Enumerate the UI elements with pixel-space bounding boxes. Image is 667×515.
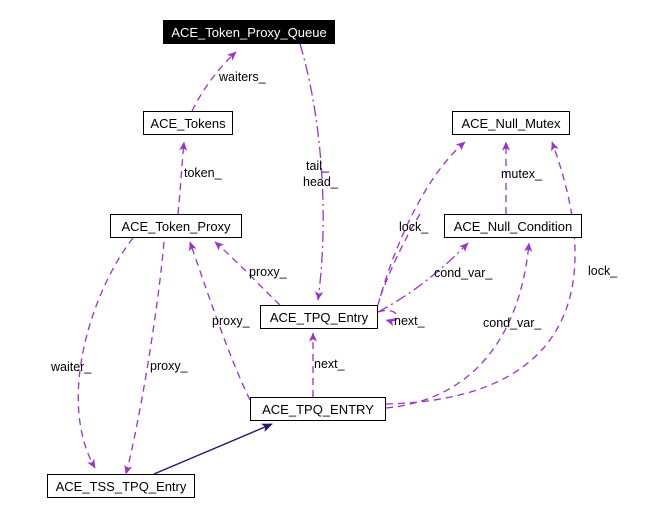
edge-proxy-low [124,241,165,475]
edge-label-waiter: waiter_ [51,360,92,374]
class-node-tss_tpq[interactable]: ACE_TSS_TPQ_Entry [47,474,195,498]
edge-label-waiters: waiters_ [219,70,266,84]
edge-label-cond_var_lo: cond_var_ [483,316,542,330]
edge-label-head: head_ [303,175,338,189]
edge-label-proxy_low: proxy_ [150,359,188,373]
edge-label-proxy_top: proxy_ [249,265,287,279]
class-node-tpq_entry[interactable]: ACE_TPQ_Entry [260,305,378,329]
edge-layer [77,43,576,475]
edge-label-cond_var_up: cond_var_ [434,266,493,280]
collaboration-diagram: ACE_Token_Proxy_Queue ACE_Tokens ACE_Null_… [0,0,667,515]
class-node-tpq_ENTRY[interactable]: ACE_TPQ_ENTRY [250,397,386,421]
class-node-tokens[interactable]: ACE_Tokens [143,111,233,135]
edge-label-proxy_mid: proxy_ [212,314,250,328]
class-node-null_mutex[interactable]: ACE_Null_Mutex [452,111,570,135]
edge-label-lock_right: lock_ [588,264,618,278]
edge-label-mutex: mutex_ [501,167,542,181]
edge-waiter [77,237,134,469]
class-node-null_cond[interactable]: ACE_Null_Condition [444,214,582,238]
edge-inheritance [153,423,273,475]
edge-label-lock_left: lock_ [399,220,429,234]
edge-label-tail: tail_ [306,159,329,173]
edge-label-next_below: next_ [314,357,345,371]
edge-label-token: token_ [184,166,222,180]
edge-label-next_right: next_ [394,314,425,328]
class-node-token_proxy[interactable]: ACE_Token_Proxy [110,214,242,238]
class-node-tpq_queue[interactable]: ACE_Token_Proxy_Queue [163,20,335,44]
